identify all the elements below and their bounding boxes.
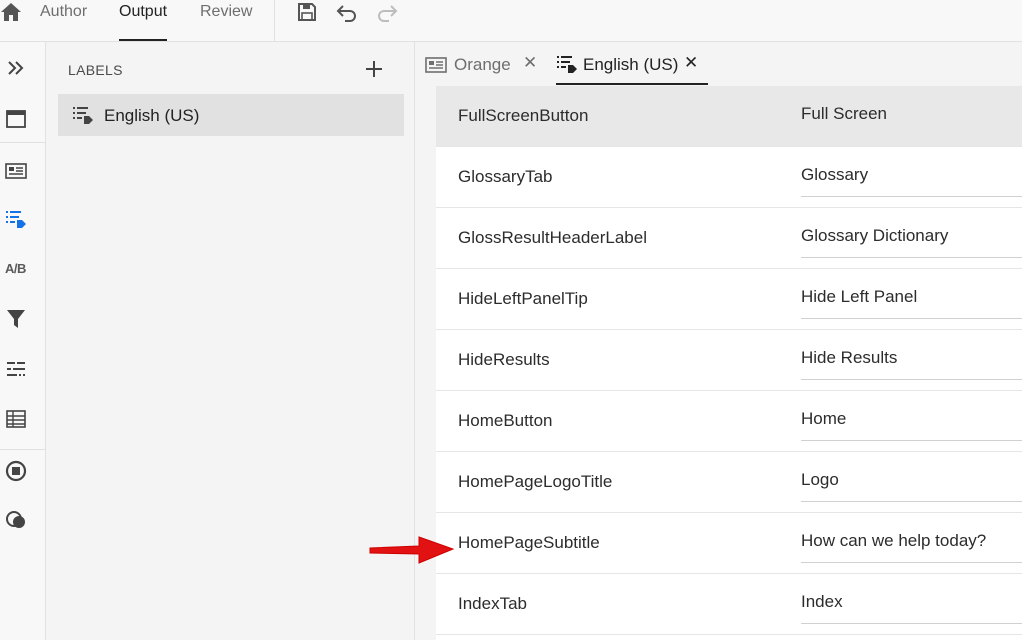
label-value-field[interactable]: Hide Results (801, 348, 897, 368)
tab-orange[interactable]: Orange ✕ (425, 42, 555, 86)
table-row[interactable]: GlossResultHeaderLabel Glossary Dictiona… (436, 208, 1022, 269)
labels-icon (72, 105, 94, 127)
rail-divider (0, 142, 45, 143)
label-value-field[interactable]: Hide Left Panel (801, 287, 917, 307)
panel-title: LABELS (68, 62, 123, 78)
stop-icon[interactable] (5, 460, 27, 482)
labels-icon[interactable] (5, 208, 27, 230)
table-row[interactable]: HomeButton Home (436, 391, 1022, 452)
row-divider (436, 634, 1022, 635)
close-icon[interactable]: ✕ (523, 53, 537, 73)
ab-test-icon[interactable]: A/B (5, 258, 27, 280)
expand-icon[interactable] (5, 57, 27, 79)
label-value-field[interactable]: Glossary Dictionary (801, 226, 948, 246)
table-row[interactable]: HideLeftPanelTip Hide Left Panel (436, 269, 1022, 330)
left-rail: A/B (0, 42, 46, 640)
tab-label: Orange (454, 55, 511, 74)
tab-review[interactable]: Review (200, 3, 252, 41)
label-value-field[interactable]: Full Screen (801, 104, 887, 124)
table-row[interactable]: IndexTab Index (436, 574, 1022, 635)
window-icon[interactable] (5, 108, 27, 130)
field-underline (801, 257, 1022, 258)
field-underline (801, 196, 1022, 197)
label-key: FullScreenButton (458, 106, 589, 125)
label-key: HideLeftPanelTip (458, 289, 588, 308)
layout-icon (425, 55, 447, 75)
labels-icon (556, 55, 578, 75)
home-icon[interactable] (0, 2, 22, 22)
labels-table: FullScreenButton Full Screen GlossaryTab… (436, 86, 1022, 640)
redo-icon[interactable] (376, 1, 398, 23)
label-key: HomePageSubtitle (458, 533, 600, 552)
undo-icon[interactable] (336, 1, 358, 23)
toolbar-divider (274, 0, 275, 42)
label-key: GlossResultHeaderLabel (458, 228, 647, 247)
label-value-field[interactable]: Logo (801, 470, 839, 490)
label-value-field[interactable]: Home (801, 409, 846, 429)
field-underline (801, 623, 1022, 624)
properties-icon[interactable] (5, 358, 27, 380)
tab-english-us[interactable]: English (US) ✕ (556, 42, 716, 86)
label-key: HideResults (458, 350, 550, 369)
field-underline (801, 501, 1022, 502)
table-icon[interactable] (5, 408, 27, 430)
label-key: HomePageLogoTitle (458, 472, 613, 491)
table-row[interactable]: FullScreenButton Full Screen (436, 86, 1022, 147)
table-row[interactable]: HomePageLogoTitle Logo (436, 452, 1022, 513)
label-item-name: English (US) (104, 106, 200, 125)
layout-icon[interactable] (5, 160, 27, 182)
field-underline (801, 562, 1022, 563)
tab-author[interactable]: Author (40, 3, 87, 41)
label-key: HomeButton (458, 411, 553, 430)
label-item-english-us[interactable]: English (US) (58, 94, 404, 136)
label-value-field[interactable]: Glossary (801, 165, 868, 185)
filter-icon[interactable] (5, 308, 27, 330)
conditions-icon[interactable] (5, 509, 27, 531)
top-toolbar: Author Output Review (0, 0, 1022, 42)
table-row[interactable]: GlossaryTab Glossary (436, 147, 1022, 208)
close-icon[interactable]: ✕ (684, 53, 698, 73)
field-underline (801, 379, 1022, 380)
tab-label: English (US) (583, 55, 679, 74)
add-label-button[interactable] (364, 59, 384, 79)
table-row[interactable]: HomePageSubtitle How can we help today? (436, 513, 1022, 574)
field-underline (801, 440, 1022, 441)
label-key: GlossaryTab (458, 167, 553, 186)
labels-panel: LABELS English (US) (46, 42, 415, 640)
field-underline (801, 318, 1022, 319)
save-icon[interactable] (296, 1, 318, 23)
label-value-field[interactable]: How can we help today? (801, 531, 986, 551)
annotation-arrow (369, 536, 455, 564)
table-row[interactable]: HideResults Hide Results (436, 330, 1022, 391)
label-key: IndexTab (458, 594, 527, 613)
rail-divider (0, 449, 45, 450)
active-tab-indicator (556, 83, 708, 85)
label-value-field[interactable]: Index (801, 592, 843, 612)
tab-output[interactable]: Output (119, 3, 168, 41)
editor-area: Orange ✕ English (US) ✕ FullScreenButton… (415, 42, 1022, 640)
